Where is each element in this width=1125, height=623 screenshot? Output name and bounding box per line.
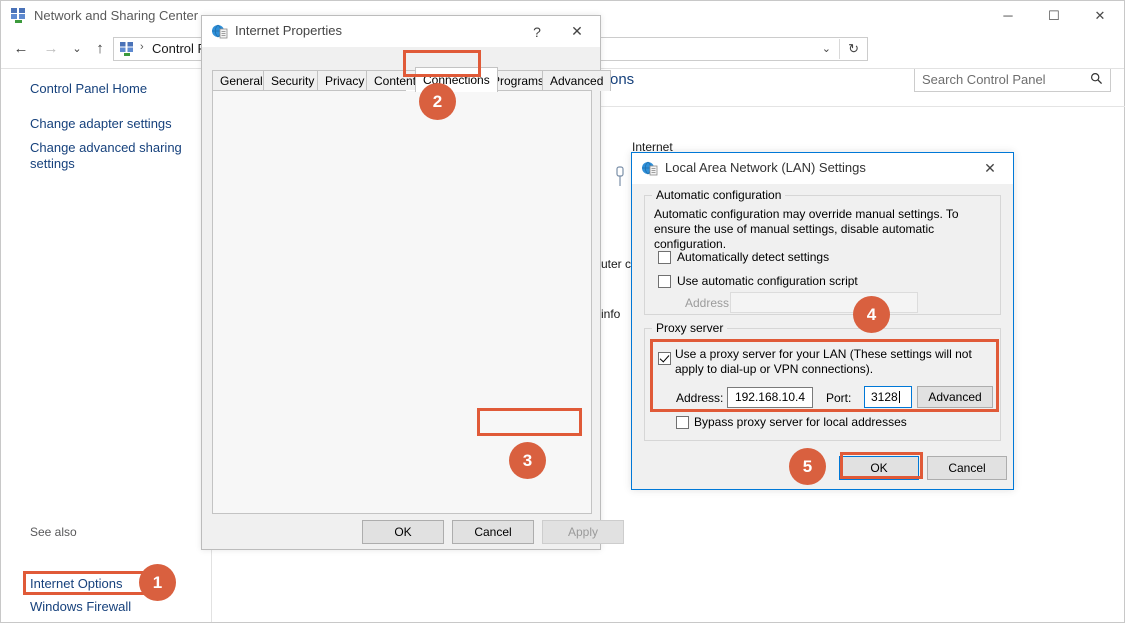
text-caret <box>898 391 900 403</box>
tab-privacy[interactable]: Privacy <box>317 70 373 91</box>
internet-properties-titlebar: Internet Properties ? ✕ <box>202 16 600 47</box>
automatic-configuration-label: Automatic configuration <box>652 188 786 202</box>
maximize-icon[interactable]: ☐ <box>1031 1 1077 31</box>
content-label-computer: uter c <box>601 257 632 271</box>
internet-properties-icon <box>211 23 228 40</box>
search-input[interactable]: Search Control Panel <box>914 68 1111 92</box>
proxy-server-label: Proxy server <box>652 321 728 335</box>
advanced-button[interactable]: Advanced <box>917 386 993 408</box>
automatic-configuration-description: Automatic configuration may override man… <box>654 207 959 251</box>
tab-strip: General Security Privacy Content Connect… <box>212 67 612 92</box>
internet-properties-apply-button: Apply <box>542 520 624 544</box>
lan-settings-ok-button[interactable]: OK <box>839 456 919 480</box>
minimize-icon[interactable]: ─ <box>985 1 1031 31</box>
network-icon <box>119 41 135 57</box>
annotation-badge-3: 3 <box>509 442 546 479</box>
network-icon <box>10 7 27 24</box>
automatically-detect-settings-label[interactable]: Automatically detect settings <box>677 250 829 265</box>
proxy-port-value: 3128 <box>871 390 898 404</box>
use-automatic-configuration-script-label[interactable]: Use automatic configuration script <box>677 274 858 289</box>
content-label-info: info <box>601 307 621 321</box>
proxy-address-input[interactable]: 192.168.10.4 <box>727 387 813 408</box>
see-also-label: See also <box>30 525 77 539</box>
back-icon[interactable]: ← <box>10 38 32 60</box>
tab-advanced[interactable]: Advanced <box>542 70 612 91</box>
up-icon[interactable]: ↑ <box>89 38 111 60</box>
annotation-badge-4: 4 <box>853 296 890 333</box>
sidebar-item-change-advanced-sharing-settings[interactable]: Change advanced sharing settings <box>30 140 200 172</box>
tab-security[interactable]: Security <box>263 70 323 91</box>
help-icon[interactable]: ? <box>521 19 553 45</box>
annotation-badge-2: 2 <box>419 83 456 120</box>
forward-icon[interactable]: → <box>40 38 62 60</box>
close-icon[interactable]: ✕ <box>1077 1 1123 31</box>
internet-properties-icon <box>641 160 658 177</box>
chevron-down-icon[interactable]: ⌄ <box>822 42 831 55</box>
network-device-icon <box>614 166 626 188</box>
refresh-icon[interactable]: ↻ <box>848 41 859 57</box>
use-proxy-server-checkbox[interactable] <box>658 352 671 365</box>
automatically-detect-settings-checkbox[interactable] <box>658 251 671 264</box>
search-icon[interactable] <box>1090 72 1103 88</box>
use-proxy-server-label[interactable]: Use a proxy server for your LAN (These s… <box>675 347 993 377</box>
internet-properties-title: Internet Properties <box>235 23 342 38</box>
sidebar-item-control-panel-home[interactable]: Control Panel Home <box>30 81 200 97</box>
sidebar-item-windows-firewall[interactable]: Windows Firewall <box>30 599 200 615</box>
internet-properties-cancel-button[interactable]: Cancel <box>452 520 534 544</box>
sidebar-item-change-adapter-settings[interactable]: Change adapter settings <box>30 116 200 132</box>
proxy-port-label: Port: <box>826 391 852 405</box>
annotation-badge-5: 5 <box>789 448 826 485</box>
bypass-proxy-checkbox[interactable] <box>676 416 689 429</box>
content-divider <box>595 106 1125 107</box>
internet-properties-ok-button[interactable]: OK <box>362 520 444 544</box>
breadcrumb-divider <box>839 39 840 59</box>
lan-settings-cancel-button[interactable]: Cancel <box>927 456 1007 480</box>
auto-address-label: Address <box>685 296 730 310</box>
breadcrumb-separator: › <box>140 41 144 53</box>
proxy-port-input[interactable]: 3128 <box>864 386 912 408</box>
lan-settings-dialog: Local Area Network (LAN) Settings ✕ Auto… <box>631 152 1014 490</box>
lan-settings-title: Local Area Network (LAN) Settings <box>665 160 866 175</box>
annotation-badge-1: 1 <box>139 564 176 601</box>
close-icon[interactable]: ✕ <box>555 16 599 46</box>
control-panel-title: Network and Sharing Center <box>34 8 199 23</box>
recent-locations-chevron-down-icon[interactable]: ⌄ <box>66 38 88 60</box>
search-placeholder: Search Control Panel <box>922 72 1046 87</box>
tab-general[interactable]: General <box>212 70 271 91</box>
close-icon[interactable]: ✕ <box>968 153 1012 183</box>
use-automatic-configuration-script-checkbox[interactable] <box>658 275 671 288</box>
proxy-address-label: Address: <box>676 391 724 405</box>
bypass-proxy-label[interactable]: Bypass proxy server for local addresses <box>694 415 907 430</box>
auto-address-input <box>730 292 918 313</box>
lan-settings-titlebar: Local Area Network (LAN) Settings ✕ <box>632 153 1013 184</box>
